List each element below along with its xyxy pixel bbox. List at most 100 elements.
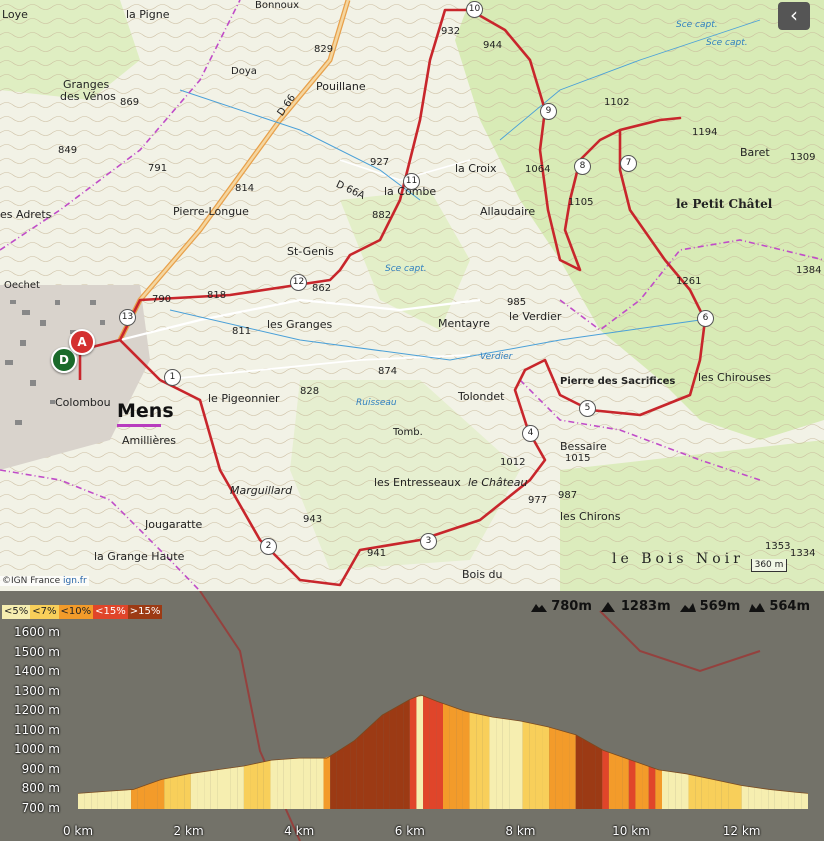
profile-segment <box>582 738 589 809</box>
profile-segment <box>316 758 324 809</box>
spot-height: 1334 <box>790 548 816 559</box>
profile-segment <box>489 716 497 809</box>
back-button[interactable]: ‹ <box>778 2 810 30</box>
place-label: Allaudaire <box>480 205 536 218</box>
profile-segment <box>157 778 165 809</box>
elevation-chart <box>77 694 809 809</box>
profile-segment <box>111 790 118 809</box>
place-label: le Pigeonnier <box>208 392 280 405</box>
profile-segment <box>170 776 178 809</box>
profile-segment <box>383 710 390 809</box>
profile-segment <box>217 768 224 809</box>
waypoint-marker[interactable]: 7 <box>620 155 637 172</box>
profile-segment <box>350 738 357 809</box>
waypoint-marker[interactable]: 3 <box>420 533 437 550</box>
spot-height: 811 <box>232 326 252 337</box>
profile-segment <box>608 752 616 809</box>
elevation-profile[interactable]: <5% <7% <10% <15% >15% 780m 1283m 569m 564m 160… <box>0 591 824 841</box>
spot-height: 862 <box>312 283 332 294</box>
profile-segment <box>137 785 145 809</box>
spot-height: 1261 <box>676 276 702 287</box>
spot-height: 849 <box>58 145 78 156</box>
app-root: Loye la Pigne Bonnoux Granges des Vénos … <box>0 0 824 841</box>
attribution-link[interactable]: ign.fr <box>63 576 87 586</box>
profile-segment <box>303 758 311 809</box>
profile-segment <box>695 775 702 809</box>
place-label: Tolondet <box>458 390 505 403</box>
waypoint-marker[interactable]: 11 <box>403 173 420 190</box>
profile-segment <box>774 790 782 809</box>
profile-segment <box>104 791 112 809</box>
start-marker[interactable]: A <box>69 329 95 355</box>
profile-segment <box>250 763 258 809</box>
profile-segment <box>721 781 729 809</box>
stream-label: Verdier <box>480 352 513 362</box>
profile-segment <box>794 792 802 809</box>
profile-segment <box>801 792 808 809</box>
spot-height: 987 <box>558 490 578 501</box>
map-canvas <box>0 0 824 591</box>
place-label: la Grange Haute <box>94 550 185 563</box>
profile-segment <box>144 783 151 809</box>
profile-segment <box>204 770 211 809</box>
waypoint-marker[interactable]: 12 <box>290 274 307 291</box>
waypoint-marker[interactable]: 1 <box>164 369 181 386</box>
profile-segment <box>469 712 477 809</box>
profile-segment <box>456 708 463 809</box>
spot-height: 1384 <box>796 265 822 276</box>
profile-segment <box>668 771 676 809</box>
profile-segment <box>310 758 317 809</box>
waypoint-marker[interactable]: 10 <box>466 1 483 18</box>
place-label: le Château <box>468 476 528 489</box>
profile-segment <box>356 732 364 809</box>
profile-segment <box>701 777 709 809</box>
place-label: Marguillard <box>230 484 293 497</box>
stream-label: Ruisseau <box>356 398 397 408</box>
profile-segment <box>715 779 722 809</box>
profile-segment <box>131 787 138 809</box>
profile-segment <box>781 790 789 809</box>
spring-label: Sce capt. <box>706 38 748 48</box>
profile-segment <box>622 756 629 809</box>
waypoint-marker[interactable]: 5 <box>579 400 596 417</box>
profile-segment <box>735 784 742 809</box>
profile-segment <box>462 710 470 809</box>
spot-height: 1015 <box>565 453 591 464</box>
profile-segment <box>423 695 430 809</box>
town-underline <box>117 424 161 427</box>
profile-segment <box>476 713 483 809</box>
profile-segment <box>615 754 623 809</box>
profile-segment <box>164 777 171 809</box>
profile-segment <box>496 717 503 809</box>
spot-height: 814 <box>235 183 255 194</box>
spot-height: 944 <box>483 40 503 51</box>
waypoint-marker[interactable]: 2 <box>260 538 277 555</box>
spot-height: 882 <box>372 210 392 221</box>
topographic-map[interactable]: Loye la Pigne Bonnoux Granges des Vénos … <box>0 0 824 591</box>
profile-segment <box>628 759 636 809</box>
profile-segment <box>403 699 410 809</box>
profile-segment <box>297 758 304 809</box>
waypoint-marker[interactable]: 13 <box>119 309 136 326</box>
place-label: es Adrets <box>0 208 52 221</box>
profile-segment <box>376 714 384 809</box>
profile-segment <box>84 792 92 809</box>
waypoint-marker[interactable]: 6 <box>697 310 714 327</box>
waypoint-marker[interactable]: 8 <box>574 158 591 175</box>
profile-segment <box>542 725 550 809</box>
profile-segment <box>230 766 238 809</box>
profile-segment <box>336 747 344 809</box>
spot-height: 941 <box>367 548 387 559</box>
spot-height: 943 <box>303 514 323 525</box>
profile-segment <box>429 698 437 809</box>
spring-label: Sce capt. <box>676 20 718 30</box>
profile-segment <box>675 772 682 809</box>
waypoint-marker[interactable]: 4 <box>522 425 539 442</box>
profile-segment <box>449 705 457 809</box>
spot-height: 1064 <box>525 164 551 175</box>
waypoint-marker[interactable]: 9 <box>540 103 557 120</box>
profile-segment <box>237 765 244 809</box>
place-label: Pouillane <box>316 80 366 93</box>
profile-segment <box>257 761 264 809</box>
profile-segment <box>569 732 576 809</box>
